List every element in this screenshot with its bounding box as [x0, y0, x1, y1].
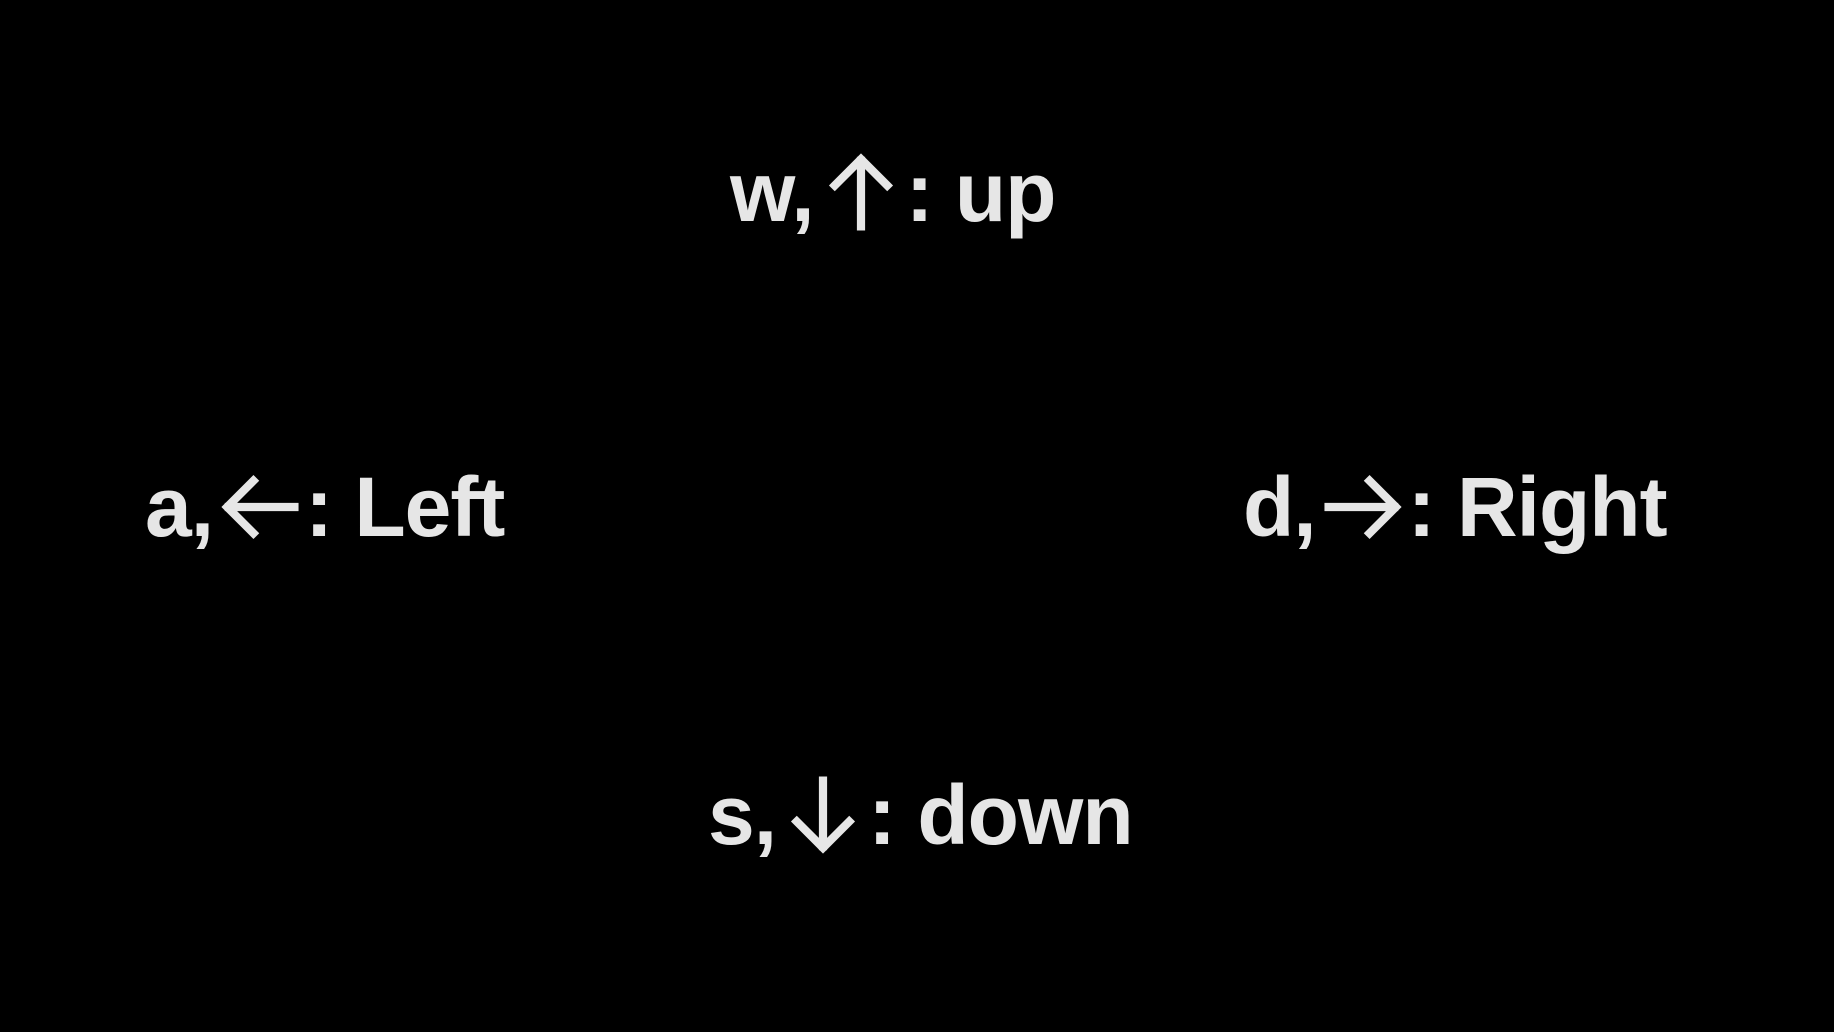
arrow-down-icon — [782, 774, 864, 856]
control-up-action: : up — [905, 145, 1057, 239]
control-left: a, : Left — [145, 460, 505, 554]
control-down-action: : down — [868, 768, 1134, 862]
controls-slide: w, : up a, : Left d, : Right s, : down — [0, 0, 1834, 1032]
arrow-left-icon — [219, 466, 301, 548]
arrow-right-icon — [1322, 466, 1404, 548]
control-down-keys: s, — [708, 768, 777, 862]
control-up: w, : up — [730, 150, 1056, 234]
arrow-up-icon — [820, 151, 902, 233]
control-left-keys: a, — [145, 460, 214, 554]
control-right: d, : Right — [1243, 460, 1668, 554]
control-up-keys: w, — [730, 145, 815, 239]
control-left-action: : Left — [305, 460, 505, 554]
control-right-keys: d, — [1243, 460, 1317, 554]
control-right-action: : Right — [1407, 460, 1668, 554]
control-down: s, : down — [708, 768, 1134, 862]
